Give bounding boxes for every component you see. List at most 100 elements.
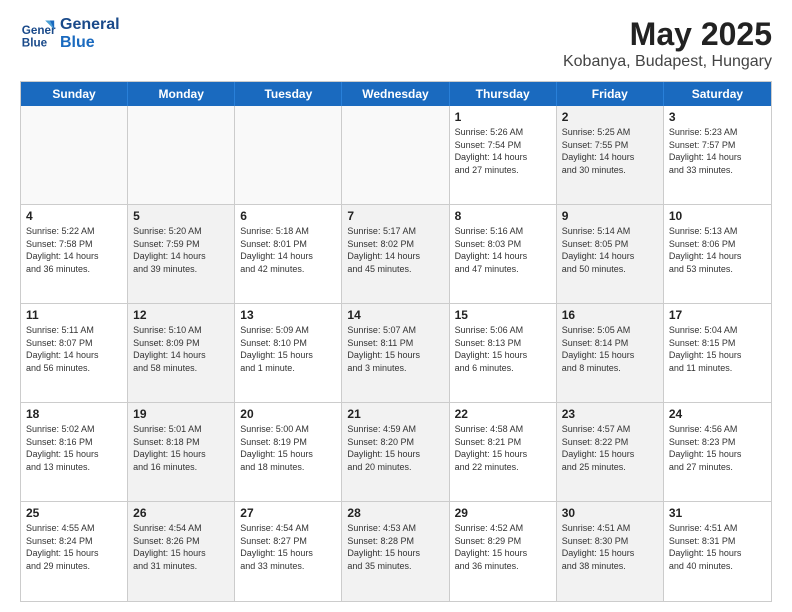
cell-text-line: Daylight: 15 hours <box>562 547 658 560</box>
cell-text-line: Daylight: 14 hours <box>669 250 766 263</box>
cell-text-line: and 13 minutes. <box>26 461 122 474</box>
page: General Blue General Blue May 2025 Koban… <box>0 0 792 612</box>
cell-text-line: Daylight: 14 hours <box>455 250 551 263</box>
title-block: May 2025 Kobanya, Budapest, Hungary <box>563 16 772 71</box>
cell-text-line: and 16 minutes. <box>133 461 229 474</box>
cell-text-line: Sunrise: 4:53 AM <box>347 522 443 535</box>
cell-text-line: Sunrise: 4:57 AM <box>562 423 658 436</box>
calendar-cell: 6Sunrise: 5:18 AMSunset: 8:01 PMDaylight… <box>235 205 342 303</box>
calendar-week: 18Sunrise: 5:02 AMSunset: 8:16 PMDayligh… <box>21 403 771 502</box>
cell-text-line: Daylight: 14 hours <box>133 349 229 362</box>
cell-text-line: and 27 minutes. <box>455 164 551 177</box>
cell-text-line: Sunset: 7:54 PM <box>455 139 551 152</box>
cell-text-line: Sunset: 8:11 PM <box>347 337 443 350</box>
cell-text-line: and 36 minutes. <box>455 560 551 573</box>
cell-text-line: Sunrise: 4:59 AM <box>347 423 443 436</box>
calendar-cell: 1Sunrise: 5:26 AMSunset: 7:54 PMDaylight… <box>450 106 557 204</box>
day-number: 28 <box>347 506 443 520</box>
cell-text-line: Daylight: 15 hours <box>455 547 551 560</box>
cell-text-line: Sunset: 8:05 PM <box>562 238 658 251</box>
calendar-cell: 30Sunrise: 4:51 AMSunset: 8:30 PMDayligh… <box>557 502 664 601</box>
cell-text-line: Sunset: 8:14 PM <box>562 337 658 350</box>
calendar-cell: 19Sunrise: 5:01 AMSunset: 8:18 PMDayligh… <box>128 403 235 501</box>
calendar-cell <box>21 106 128 204</box>
cell-text-line: Sunset: 7:55 PM <box>562 139 658 152</box>
cell-text-line: Sunset: 8:19 PM <box>240 436 336 449</box>
cell-text-line: Daylight: 15 hours <box>26 547 122 560</box>
calendar-cell: 25Sunrise: 4:55 AMSunset: 8:24 PMDayligh… <box>21 502 128 601</box>
cell-text-line: Sunset: 8:03 PM <box>455 238 551 251</box>
cell-text-line: Sunrise: 5:11 AM <box>26 324 122 337</box>
calendar-cell: 27Sunrise: 4:54 AMSunset: 8:27 PMDayligh… <box>235 502 342 601</box>
day-number: 16 <box>562 308 658 322</box>
day-number: 5 <box>133 209 229 223</box>
cell-text-line: and 22 minutes. <box>455 461 551 474</box>
day-number: 1 <box>455 110 551 124</box>
cell-text-line: and 33 minutes. <box>669 164 766 177</box>
cell-text-line: and 30 minutes. <box>562 164 658 177</box>
cell-text-line: and 40 minutes. <box>669 560 766 573</box>
cell-text-line: Sunrise: 5:06 AM <box>455 324 551 337</box>
day-number: 10 <box>669 209 766 223</box>
calendar-cell: 31Sunrise: 4:51 AMSunset: 8:31 PMDayligh… <box>664 502 771 601</box>
cell-text-line: Daylight: 14 hours <box>455 151 551 164</box>
calendar-cell: 22Sunrise: 4:58 AMSunset: 8:21 PMDayligh… <box>450 403 557 501</box>
day-number: 8 <box>455 209 551 223</box>
cell-text-line: Daylight: 15 hours <box>669 547 766 560</box>
day-number: 6 <box>240 209 336 223</box>
cell-text-line: Sunset: 7:58 PM <box>26 238 122 251</box>
calendar-cell: 10Sunrise: 5:13 AMSunset: 8:06 PMDayligh… <box>664 205 771 303</box>
logo-line1: General <box>60 16 120 34</box>
calendar-week: 4Sunrise: 5:22 AMSunset: 7:58 PMDaylight… <box>21 205 771 304</box>
cell-text-line: Sunset: 8:29 PM <box>455 535 551 548</box>
calendar-cell: 16Sunrise: 5:05 AMSunset: 8:14 PMDayligh… <box>557 304 664 402</box>
day-number: 25 <box>26 506 122 520</box>
calendar-body: 1Sunrise: 5:26 AMSunset: 7:54 PMDaylight… <box>21 106 771 601</box>
cell-text-line: Sunset: 8:26 PM <box>133 535 229 548</box>
cell-text-line: Sunrise: 4:56 AM <box>669 423 766 436</box>
day-number: 17 <box>669 308 766 322</box>
logo-line2: Blue <box>60 34 120 52</box>
cell-text-line: Sunrise: 5:13 AM <box>669 225 766 238</box>
cell-text-line: Sunrise: 5:25 AM <box>562 126 658 139</box>
logo-icon: General Blue <box>20 16 56 52</box>
cell-text-line: Daylight: 15 hours <box>240 448 336 461</box>
cell-text-line: and 36 minutes. <box>26 263 122 276</box>
day-number: 26 <box>133 506 229 520</box>
cell-text-line: and 42 minutes. <box>240 263 336 276</box>
header: General Blue General Blue May 2025 Koban… <box>20 16 772 71</box>
calendar-header-cell: Saturday <box>664 82 771 106</box>
calendar-cell: 29Sunrise: 4:52 AMSunset: 8:29 PMDayligh… <box>450 502 557 601</box>
svg-text:Blue: Blue <box>22 37 48 50</box>
cell-text-line: and 1 minute. <box>240 362 336 375</box>
cell-text-line: Sunrise: 5:23 AM <box>669 126 766 139</box>
cell-text-line: and 56 minutes. <box>26 362 122 375</box>
cell-text-line: Sunset: 8:31 PM <box>669 535 766 548</box>
cell-text-line: Sunrise: 5:05 AM <box>562 324 658 337</box>
cell-text-line: Daylight: 15 hours <box>347 349 443 362</box>
day-number: 2 <box>562 110 658 124</box>
calendar-cell: 18Sunrise: 5:02 AMSunset: 8:16 PMDayligh… <box>21 403 128 501</box>
calendar-cell: 28Sunrise: 4:53 AMSunset: 8:28 PMDayligh… <box>342 502 449 601</box>
cell-text-line: and 45 minutes. <box>347 263 443 276</box>
cell-text-line: Daylight: 14 hours <box>669 151 766 164</box>
calendar-cell: 11Sunrise: 5:11 AMSunset: 8:07 PMDayligh… <box>21 304 128 402</box>
cell-text-line: and 35 minutes. <box>347 560 443 573</box>
cell-text-line: Sunset: 7:57 PM <box>669 139 766 152</box>
cell-text-line: Sunset: 8:27 PM <box>240 535 336 548</box>
cell-text-line: Daylight: 15 hours <box>347 547 443 560</box>
day-number: 30 <box>562 506 658 520</box>
page-subtitle: Kobanya, Budapest, Hungary <box>563 53 772 71</box>
cell-text-line: Sunset: 8:15 PM <box>669 337 766 350</box>
cell-text-line: Sunrise: 4:55 AM <box>26 522 122 535</box>
cell-text-line: Daylight: 15 hours <box>455 349 551 362</box>
day-number: 3 <box>669 110 766 124</box>
cell-text-line: Sunrise: 5:04 AM <box>669 324 766 337</box>
calendar-week: 25Sunrise: 4:55 AMSunset: 8:24 PMDayligh… <box>21 502 771 601</box>
cell-text-line: Sunset: 7:59 PM <box>133 238 229 251</box>
cell-text-line: and 29 minutes. <box>26 560 122 573</box>
cell-text-line: Sunrise: 4:54 AM <box>133 522 229 535</box>
cell-text-line: Daylight: 14 hours <box>240 250 336 263</box>
calendar-cell: 17Sunrise: 5:04 AMSunset: 8:15 PMDayligh… <box>664 304 771 402</box>
cell-text-line: Sunrise: 5:01 AM <box>133 423 229 436</box>
